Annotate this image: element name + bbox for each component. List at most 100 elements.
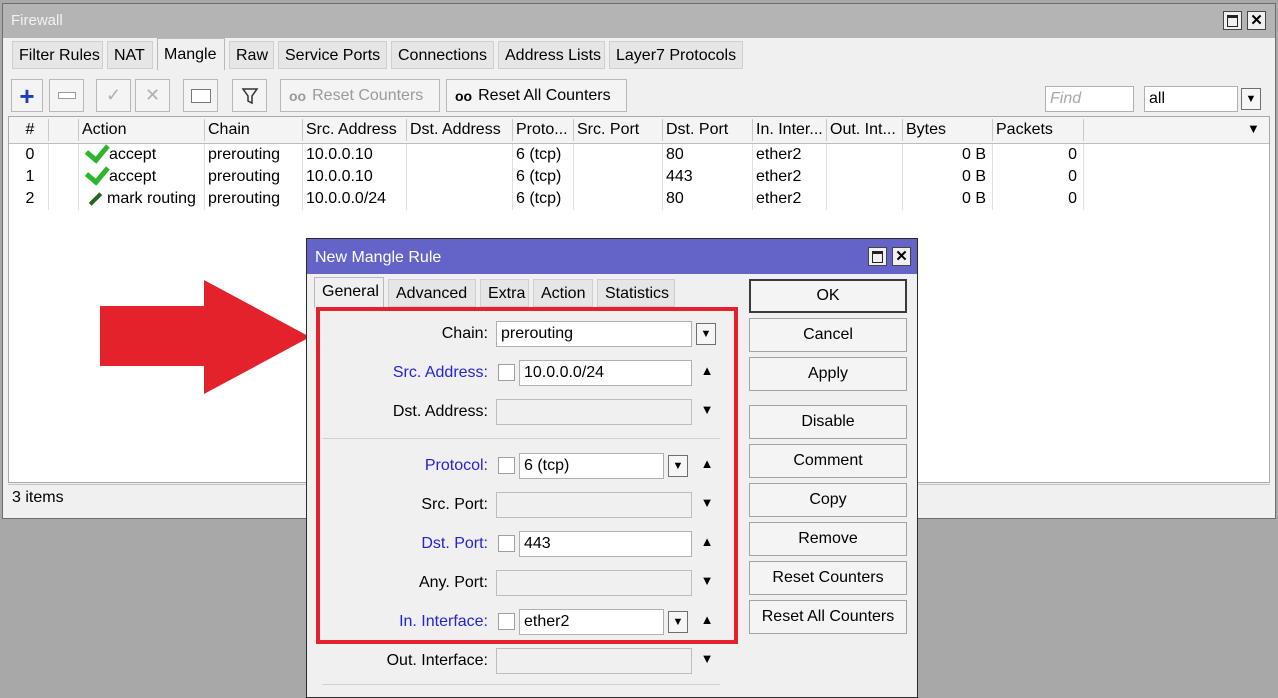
tab-connections[interactable]: Connections	[391, 41, 494, 69]
find-input[interactable]: Find	[1045, 86, 1134, 112]
reset-all-counters-label: Reset All Counters	[478, 86, 611, 104]
cell-flags	[49, 188, 79, 210]
reset-all-counters-button[interactable]: oo Reset All Counters	[446, 79, 627, 112]
close-button[interactable]: ✕	[1247, 11, 1266, 30]
copy-button[interactable]: Copy	[749, 483, 907, 517]
cell-bytes: 0 B	[903, 188, 993, 210]
dialog-titlebar[interactable]: New Mangle Rule ✕	[307, 239, 917, 274]
filter-select[interactable]: all	[1144, 86, 1238, 112]
cell-number: 1	[9, 166, 49, 188]
cell-action: mark routing	[79, 188, 205, 210]
cell-chain: prerouting	[205, 166, 303, 188]
reset-counters-label: Reset Counters	[312, 86, 424, 104]
add-button[interactable]: +	[11, 79, 43, 112]
cell-action: accept	[79, 144, 205, 166]
column-header-flags[interactable]	[49, 119, 79, 141]
dialog-reset-counters-button[interactable]: Reset Counters	[749, 561, 907, 595]
column-header-dst-port[interactable]: Dst. Port	[663, 119, 753, 141]
cell-src-address: 10.0.0.0/24	[303, 188, 407, 210]
dialog-tab-general[interactable]: General	[314, 277, 384, 308]
cell-flags	[49, 166, 79, 188]
cell-number: 2	[9, 188, 49, 210]
red-arrow-annotation	[100, 280, 310, 394]
column-header-src-port[interactable]: Src. Port	[574, 119, 663, 141]
tab-address-lists[interactable]: Address Lists	[498, 41, 605, 69]
action-text: accept	[109, 168, 157, 185]
table-row[interactable]: 1 accept prerouting 10.0.0.10 6 (tcp) 44…	[9, 166, 1084, 188]
disable-rule-button[interactable]: Disable	[749, 405, 907, 439]
dialog-tab-advanced[interactable]: Advanced	[388, 279, 476, 307]
cell-src-port	[574, 188, 663, 210]
cell-src-port	[574, 166, 663, 188]
column-header-src-address[interactable]: Src. Address	[303, 119, 407, 141]
dialog-title: New Mangle Rule	[315, 249, 442, 266]
table-row[interactable]: 0 accept prerouting 10.0.0.10 6 (tcp) 80…	[9, 144, 1084, 166]
column-header-number[interactable]: #	[9, 119, 49, 141]
minus-icon	[57, 92, 76, 99]
column-header-protocol[interactable]: Proto...	[513, 119, 574, 141]
window-title: Firewall	[11, 12, 63, 29]
dialog-tab-extra[interactable]: Extra	[480, 279, 529, 307]
close-icon: ✕	[895, 248, 908, 265]
column-header-chain[interactable]: Chain	[205, 119, 303, 141]
cell-action: accept	[79, 166, 205, 188]
tab-service-ports[interactable]: Service Ports	[278, 41, 387, 69]
dialog-maximize-button[interactable]	[868, 247, 887, 266]
out-interface-field[interactable]	[496, 648, 692, 674]
cell-bytes: 0 B	[903, 166, 993, 188]
column-header-dst-address[interactable]: Dst. Address	[407, 119, 513, 141]
column-header-in-interface[interactable]: In. Inter...	[753, 119, 827, 141]
cell-in-interface: ether2	[753, 188, 827, 210]
remove-rule-button[interactable]: Remove	[749, 522, 907, 556]
cell-chain: prerouting	[205, 188, 303, 210]
enable-button[interactable]: ✓	[96, 79, 131, 112]
filter-dropdown-button[interactable]: ▼	[1241, 88, 1261, 110]
expand-down-icon[interactable]: ▼	[697, 651, 717, 666]
disable-button[interactable]: ✕	[135, 79, 170, 112]
tab-nat[interactable]: NAT	[107, 41, 153, 69]
filter-button[interactable]	[232, 79, 267, 112]
cancel-button[interactable]: Cancel	[749, 318, 907, 352]
cell-out-interface	[827, 144, 903, 166]
cell-bytes: 0 B	[903, 144, 993, 166]
cell-dst-port: 80	[663, 144, 753, 166]
check-icon: ✓	[105, 85, 122, 105]
table-row[interactable]: 2 mark routing prerouting 10.0.0.0/24 6 …	[9, 188, 1084, 210]
apply-button[interactable]: Apply	[749, 357, 907, 391]
tab-layer7-protocols[interactable]: Layer7 Protocols	[609, 41, 743, 69]
dialog-reset-all-counters-button[interactable]: Reset All Counters	[749, 600, 907, 634]
dropdown-arrow-icon: ▼	[1245, 92, 1257, 105]
dialog-tab-statistics[interactable]: Statistics	[597, 279, 675, 307]
cell-dst-address	[407, 188, 513, 210]
remove-button[interactable]	[49, 79, 84, 112]
tab-raw[interactable]: Raw	[229, 41, 274, 69]
section-divider	[322, 684, 720, 685]
column-header-action[interactable]: Action	[79, 119, 205, 141]
cell-protocol: 6 (tcp)	[513, 144, 574, 166]
tab-filter-rules[interactable]: Filter Rules	[12, 41, 103, 69]
column-header-out-interface[interactable]: Out. Int...	[827, 119, 903, 141]
cell-protocol: 6 (tcp)	[513, 188, 574, 210]
firewall-titlebar[interactable]: Firewall ✕	[3, 4, 1275, 38]
cell-in-interface: ether2	[753, 166, 827, 188]
column-header-packets[interactable]: Packets	[993, 119, 1084, 141]
comment-rule-button[interactable]: Comment	[749, 444, 907, 478]
dialog-tab-action[interactable]: Action	[533, 279, 593, 307]
cell-dst-port: 443	[663, 166, 753, 188]
cell-src-address: 10.0.0.10	[303, 144, 407, 166]
disable-x-icon: ✕	[144, 85, 161, 105]
cell-out-interface	[827, 188, 903, 210]
table-header: # Action Chain Src. Address Dst. Address…	[9, 117, 1269, 144]
column-menu-arrow-icon[interactable]: ▼	[1247, 121, 1260, 136]
comment-button[interactable]	[183, 79, 218, 112]
red-highlight-box	[316, 307, 738, 644]
ok-button[interactable]: OK	[749, 279, 907, 313]
cell-flags	[49, 144, 79, 166]
column-header-bytes[interactable]: Bytes	[903, 119, 993, 141]
reset-counters-button[interactable]: oo Reset Counters	[280, 79, 440, 112]
tab-mangle[interactable]: Mangle	[157, 38, 225, 70]
action-text: mark routing	[107, 190, 196, 207]
filter-icon	[241, 87, 258, 104]
maximize-button[interactable]	[1223, 11, 1242, 30]
dialog-close-button[interactable]: ✕	[892, 247, 911, 266]
